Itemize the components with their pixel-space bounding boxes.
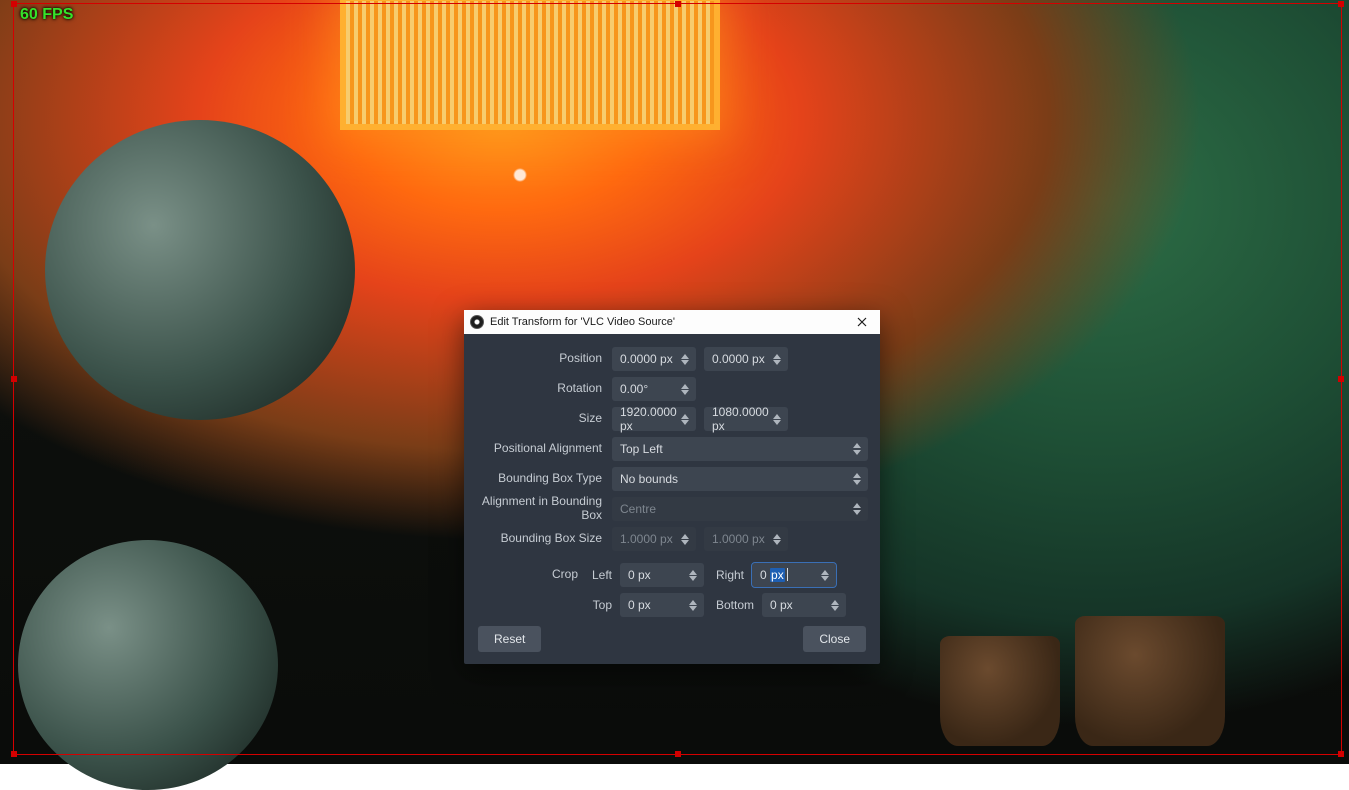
size-h-value: 1080.0000 px: [712, 405, 770, 433]
spinner-arrows-icon[interactable]: [681, 347, 693, 371]
crop-top-value: 0 px: [628, 598, 651, 612]
select-arrows-icon: [853, 497, 865, 521]
flower-pot: [940, 636, 1060, 746]
crop-right-value: 0 px: [760, 568, 788, 582]
label-position: Position: [476, 352, 604, 366]
dialog-title: Edit Transform for 'VLC Video Source': [490, 316, 842, 328]
spinner-arrows-icon[interactable]: [689, 563, 701, 587]
label-crop-left: Left: [588, 568, 612, 582]
spinner-arrows-icon[interactable]: [689, 593, 701, 617]
label-crop-bottom: Bottom: [712, 598, 754, 612]
reset-button[interactable]: Reset: [478, 626, 541, 652]
spinner-arrows-icon[interactable]: [821, 563, 833, 587]
alignment-in-bb-select: Centre: [612, 497, 868, 521]
label-crop-top: Top: [588, 598, 612, 612]
spinner-arrows-icon[interactable]: [681, 407, 693, 431]
crop-bottom-value: 0 px: [770, 598, 793, 612]
size-w-value: 1920.0000 px: [620, 405, 678, 433]
position-y-value: 0.0000 px: [712, 352, 765, 366]
position-x-input[interactable]: 0.0000 px: [612, 347, 696, 371]
crop-right-input[interactable]: 0 px: [752, 563, 836, 587]
neon-sign: [340, 0, 720, 130]
crop-bottom-input[interactable]: 0 px: [762, 593, 846, 617]
flower-pot: [1075, 616, 1225, 746]
label-size: Size: [476, 412, 604, 426]
label-positional-alignment: Positional Alignment: [476, 442, 604, 456]
bb-type-value: No bounds: [620, 472, 678, 486]
crop-left-value: 0 px: [628, 568, 651, 582]
label-crop-right: Right: [712, 568, 744, 582]
rotation-value: 0.00°: [620, 382, 648, 396]
select-arrows-icon: [853, 437, 865, 461]
bb-size-w-value: 1.0000 px: [620, 532, 673, 546]
label-crop: Crop: [476, 568, 580, 582]
position-x-value: 0.0000 px: [620, 352, 673, 366]
dialog-titlebar[interactable]: Edit Transform for 'VLC Video Source': [464, 310, 880, 334]
close-button[interactable]: [848, 311, 876, 333]
size-w-input[interactable]: 1920.0000 px: [612, 407, 696, 431]
satellite-dish: [45, 120, 355, 420]
spinner-arrows-icon[interactable]: [831, 593, 843, 617]
close-icon: [857, 317, 867, 327]
label-rotation: Rotation: [476, 382, 604, 396]
spinner-arrows-icon: [773, 527, 785, 551]
fps-counter: 60 FPS: [20, 6, 73, 24]
positional-alignment-select[interactable]: Top Left: [612, 437, 868, 461]
crop-top-input[interactable]: 0 px: [620, 593, 704, 617]
bb-size-h-input: 1.0000 px: [704, 527, 788, 551]
satellite-dish: [18, 540, 278, 790]
position-y-input[interactable]: 0.0000 px: [704, 347, 788, 371]
select-arrows-icon: [853, 467, 865, 491]
crop-left-input[interactable]: 0 px: [620, 563, 704, 587]
spinner-arrows-icon[interactable]: [681, 377, 693, 401]
spinner-arrows-icon: [681, 527, 693, 551]
edit-transform-dialog: Edit Transform for 'VLC Video Source' Po…: [464, 310, 880, 664]
positional-alignment-value: Top Left: [620, 442, 663, 456]
close-button-footer[interactable]: Close: [803, 626, 866, 652]
obs-logo-icon: [470, 315, 484, 329]
rotation-input[interactable]: 0.00°: [612, 377, 696, 401]
spinner-arrows-icon[interactable]: [773, 347, 785, 371]
label-bb-type: Bounding Box Type: [476, 472, 604, 486]
alignment-in-bb-value: Centre: [620, 502, 656, 516]
label-alignment-in-bb: Alignment in Bounding Box: [476, 495, 604, 523]
size-h-input[interactable]: 1080.0000 px: [704, 407, 788, 431]
bb-size-w-input: 1.0000 px: [612, 527, 696, 551]
bb-type-select[interactable]: No bounds: [612, 467, 868, 491]
spinner-arrows-icon[interactable]: [773, 407, 785, 431]
bb-size-h-value: 1.0000 px: [712, 532, 765, 546]
label-bb-size: Bounding Box Size: [476, 532, 604, 546]
